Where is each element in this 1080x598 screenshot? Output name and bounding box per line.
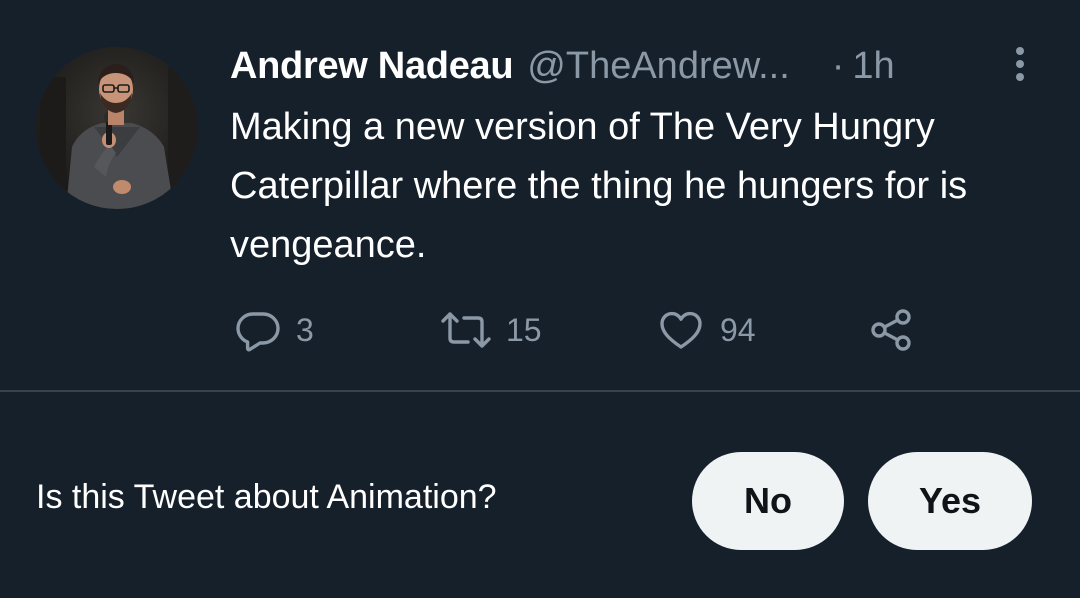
author-handle[interactable]: @TheAndrew... — [527, 45, 789, 88]
tweet-text: Making a new version of The Very Hungry … — [230, 106, 968, 266]
topic-no-button[interactable]: No — [692, 452, 844, 550]
tweet-header: Andrew Nadeau @TheAndrew... · 1h — [230, 40, 895, 92]
heart-icon — [660, 311, 702, 349]
share-button[interactable] — [866, 302, 916, 358]
share-icon — [871, 309, 911, 351]
tweet-timestamp[interactable]: 1h — [852, 45, 894, 88]
author-name[interactable]: Andrew Nadeau — [230, 45, 514, 88]
user-avatar-photo-icon — [36, 47, 198, 209]
vertical-ellipsis-icon[interactable] — [1006, 44, 1034, 84]
retweet-icon — [441, 312, 491, 348]
topic-question: Is this Tweet about Animation? — [36, 478, 497, 516]
tweet-card[interactable]: Andrew Nadeau @TheAndrew... · 1h Making … — [0, 0, 1080, 390]
like-count: 94 — [720, 311, 756, 348]
retweet-button[interactable]: 15 — [440, 302, 542, 358]
tweet-actions: 3 15 94 — [230, 302, 930, 358]
retweet-count: 15 — [506, 311, 542, 348]
section-divider — [0, 390, 1080, 392]
reply-button[interactable]: 3 — [234, 302, 314, 358]
topic-yes-button[interactable]: Yes — [868, 452, 1032, 550]
reply-bubble-icon — [236, 312, 280, 352]
like-button[interactable]: 94 — [656, 302, 756, 358]
reply-count: 3 — [296, 311, 314, 348]
header-separator: · — [831, 44, 845, 87]
author-avatar[interactable] — [36, 47, 198, 209]
